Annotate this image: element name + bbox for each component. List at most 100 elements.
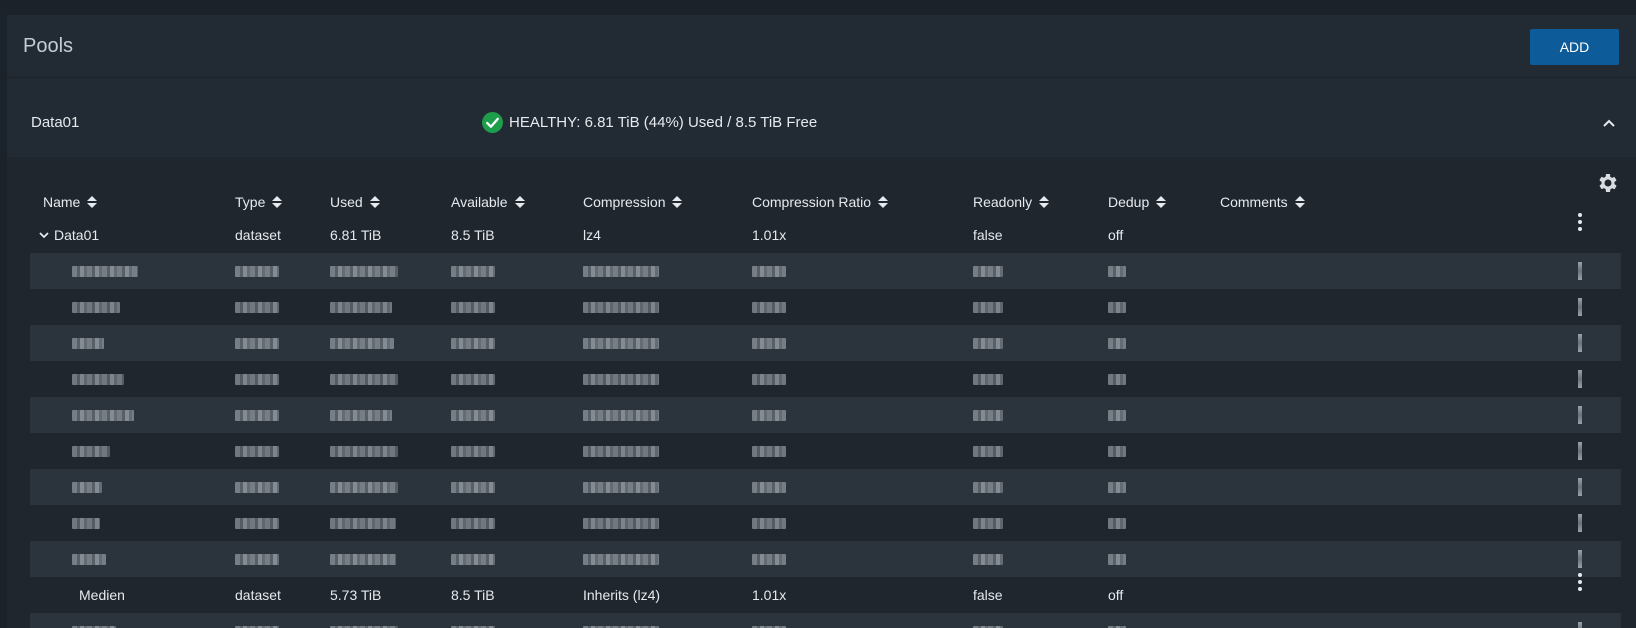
sort-icon xyxy=(272,196,283,208)
dedup-cell xyxy=(1108,541,1126,577)
table-row[interactable] xyxy=(30,469,1621,505)
readonly-cell xyxy=(973,613,1003,628)
pool-health-status: HEALTHY: 6.81 TiB (44%) Used / 8.5 TiB F… xyxy=(482,112,817,133)
more-vert-icon[interactable] xyxy=(1578,514,1582,532)
column-header-dedup[interactable]: Dedup xyxy=(1108,187,1167,217)
available-cell xyxy=(451,253,495,289)
table-row[interactable] xyxy=(30,289,1621,325)
table-row[interactable] xyxy=(30,253,1621,289)
readonly-cell xyxy=(973,289,1003,325)
column-header-type[interactable]: Type xyxy=(235,187,283,217)
used-cell xyxy=(330,541,396,577)
table-row[interactable] xyxy=(30,397,1621,433)
readonly-cell: false xyxy=(973,587,1003,603)
used-cell xyxy=(330,397,392,433)
type-cell xyxy=(235,433,279,469)
ratio-cell xyxy=(752,505,786,541)
readonly-cell xyxy=(973,253,1003,289)
dedup-cell xyxy=(1108,397,1126,433)
more-vert-icon[interactable] xyxy=(1578,406,1582,424)
more-vert-icon[interactable] xyxy=(1578,442,1582,460)
used-cell xyxy=(330,361,398,397)
top-strip xyxy=(0,0,1636,15)
add-button[interactable]: ADD xyxy=(1530,29,1619,65)
dedup-cell xyxy=(1108,361,1126,397)
more-vert-icon[interactable] xyxy=(1578,622,1582,628)
name-cell xyxy=(72,613,116,628)
dedup-cell xyxy=(1108,433,1126,469)
sort-icon xyxy=(514,196,525,208)
available-cell xyxy=(451,361,495,397)
dedup-cell: off xyxy=(1108,227,1124,243)
name-cell xyxy=(72,325,104,361)
column-header-compression[interactable]: Compression xyxy=(583,187,683,217)
available-cell xyxy=(451,397,495,433)
more-vert-icon[interactable] xyxy=(1578,478,1582,496)
table-row-root[interactable]: Data01 dataset 6.81 TiB 8.5 TiB lz4 1.01… xyxy=(30,213,1621,253)
ratio-cell xyxy=(752,469,786,505)
table-header: Name Type Used Available Compression Com… xyxy=(30,187,1620,217)
compression-cell xyxy=(583,361,659,397)
dedup-cell xyxy=(1108,289,1126,325)
readonly-cell xyxy=(973,433,1003,469)
name-cell xyxy=(72,253,138,289)
table-row[interactable] xyxy=(30,433,1621,469)
more-vert-icon[interactable] xyxy=(1578,550,1582,568)
table-row[interactable] xyxy=(30,325,1621,361)
compression-cell: lz4 xyxy=(583,227,601,243)
column-label: Name xyxy=(43,194,81,210)
sort-icon xyxy=(672,196,683,208)
column-header-readonly[interactable]: Readonly xyxy=(973,187,1050,217)
dedup-cell xyxy=(1108,325,1126,361)
type-cell xyxy=(235,325,279,361)
readonly-cell xyxy=(973,361,1003,397)
more-vert-icon[interactable] xyxy=(1578,262,1582,280)
compression-cell xyxy=(583,541,659,577)
available-cell xyxy=(451,613,495,628)
readonly-cell: false xyxy=(973,227,1003,243)
used-cell xyxy=(330,325,394,361)
type-cell xyxy=(235,361,279,397)
column-header-used[interactable]: Used xyxy=(330,187,380,217)
column-header-compression-ratio[interactable]: Compression Ratio xyxy=(752,187,889,217)
column-header-name[interactable]: Name xyxy=(43,187,98,217)
column-header-available[interactable]: Available xyxy=(451,187,525,217)
compression-cell xyxy=(583,613,659,628)
column-header-comments[interactable]: Comments xyxy=(1220,187,1305,217)
chevron-down-icon[interactable] xyxy=(38,229,50,241)
ratio-cell xyxy=(752,325,786,361)
available-cell xyxy=(451,541,495,577)
pools-card: Pools ADD Data01 HEALTHY: 6.81 TiB (44%)… xyxy=(7,15,1636,628)
column-label: Used xyxy=(330,194,363,210)
chevron-up-icon[interactable] xyxy=(1602,116,1616,130)
name-cell xyxy=(72,289,120,325)
more-vert-icon[interactable] xyxy=(1578,213,1582,231)
more-vert-icon[interactable] xyxy=(1578,573,1582,591)
pool-name: Data01 xyxy=(31,114,80,131)
table-row[interactable] xyxy=(30,361,1621,397)
type-cell: dataset xyxy=(235,227,281,243)
more-vert-icon[interactable] xyxy=(1578,334,1582,352)
more-vert-icon[interactable] xyxy=(1578,370,1582,388)
table-row[interactable] xyxy=(30,505,1621,541)
used-cell: 5.73 TiB xyxy=(330,587,382,603)
more-vert-icon[interactable] xyxy=(1578,298,1582,316)
ratio-cell xyxy=(752,361,786,397)
used-cell xyxy=(330,289,392,325)
ratio-cell xyxy=(752,253,786,289)
type-cell xyxy=(235,469,279,505)
table-row[interactable] xyxy=(30,613,1621,628)
pool-header[interactable]: Data01 HEALTHY: 6.81 TiB (44%) Used / 8.… xyxy=(7,77,1636,157)
available-cell: 8.5 TiB xyxy=(451,227,495,243)
ratio-cell xyxy=(752,433,786,469)
sort-icon xyxy=(1294,196,1305,208)
ratio-cell xyxy=(752,541,786,577)
compression-cell xyxy=(583,289,659,325)
readonly-cell xyxy=(973,541,1003,577)
dataset-table: Name Type Used Available Compression Com… xyxy=(7,157,1636,628)
ratio-cell xyxy=(752,397,786,433)
dedup-cell xyxy=(1108,469,1126,505)
table-row[interactable] xyxy=(30,541,1621,577)
table-row-medien[interactable]: Medien dataset 5.73 TiB 8.5 TiB Inherits… xyxy=(30,573,1621,613)
readonly-cell xyxy=(973,397,1003,433)
